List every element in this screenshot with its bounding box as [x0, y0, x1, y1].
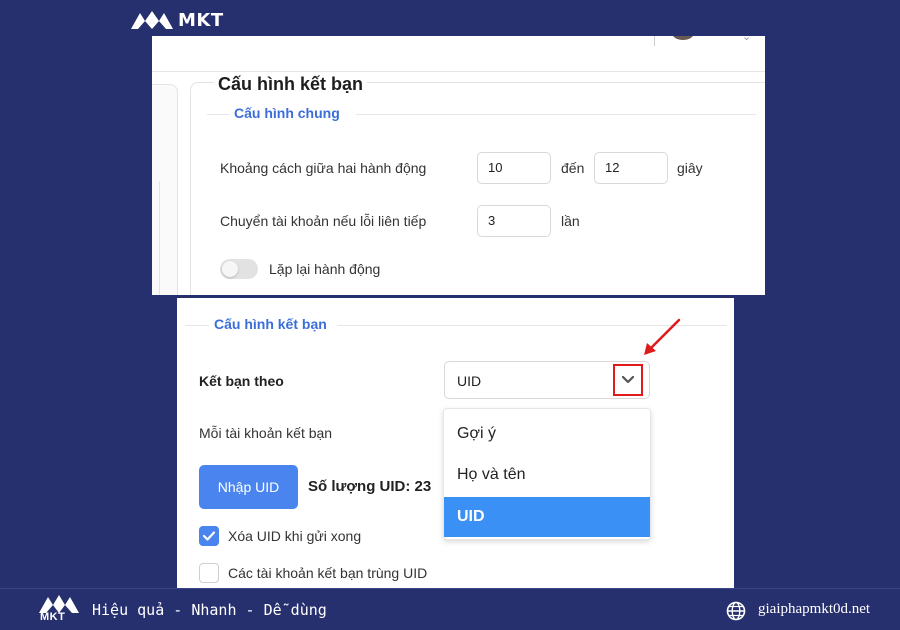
footer-bar: MKT Hiệu quả - Nhanh - Dễ dùng giaiphapm… — [0, 588, 900, 630]
app-topbar: ⌄ — [152, 36, 765, 72]
delete-uid-checkbox[interactable] — [199, 526, 219, 546]
annotation-arrow-icon — [644, 318, 681, 355]
interval-from-input[interactable]: 10 — [477, 152, 551, 184]
friend-by-dropdown-menu: Gợi ý Họ và tên UID — [443, 408, 651, 540]
globe-icon — [726, 601, 746, 621]
import-uid-button[interactable]: Nhập UID — [199, 465, 298, 509]
interval-separator: đến — [561, 160, 585, 176]
avatar[interactable] — [672, 36, 694, 40]
footer-slogan: Hiệu quả - Nhanh - Dễ dùng — [92, 601, 327, 619]
interval-label: Khoảng cách giữa hai hành động — [220, 160, 427, 176]
chevron-down-icon — [621, 375, 635, 384]
dropdown-option-uid[interactable]: UID — [444, 497, 650, 537]
footer-logo-text: MKT — [40, 611, 66, 623]
per-account-label: Mỗi tài khoản kết bạn — [199, 425, 333, 441]
duplicate-uid-checkbox[interactable] — [199, 563, 219, 583]
interval-to-input[interactable]: 12 — [594, 152, 668, 184]
friend-by-value: UID — [457, 373, 482, 389]
footer-website[interactable]: giaiphapmkt0d.net — [758, 601, 870, 618]
friend-by-label: Kết bạn theo — [199, 373, 284, 389]
divider — [654, 36, 655, 46]
dropdown-option-fullname[interactable]: Họ và tên — [444, 455, 650, 495]
page-title: Cấu hình kết bạn — [214, 74, 368, 95]
section-title-general: Cấu hình chung — [234, 105, 340, 121]
dropdown-option-suggest[interactable]: Gợi ý — [444, 414, 650, 454]
switch-account-unit: lần — [561, 213, 580, 229]
switch-account-input[interactable]: 3 — [477, 205, 551, 237]
chevron-down-icon[interactable]: ⌄ — [742, 36, 751, 43]
uid-count: Số lượng UID: 23 — [308, 478, 432, 495]
general-config-panel: ⌄ Cấu hình kết bạn Cấu hình chung Khoảng… — [152, 36, 765, 295]
section-title-friend: Cấu hình kết bạn — [214, 316, 327, 332]
duplicate-uid-label: Các tài khoản kết bạn trùng UID — [228, 565, 428, 581]
divider — [356, 114, 756, 115]
check-icon — [202, 531, 216, 541]
dropdown-toggle-highlight[interactable] — [613, 364, 643, 396]
delete-uid-label: Xóa UID khi gửi xong — [228, 528, 362, 544]
divider — [207, 114, 229, 115]
repeat-toggle[interactable] — [220, 259, 258, 279]
switch-account-label: Chuyển tài khoản nếu lỗi liên tiếp — [220, 213, 427, 229]
top-logo: MKT — [130, 8, 224, 32]
divider — [185, 325, 209, 326]
repeat-label: Lặp lại hành động — [269, 261, 381, 277]
brand-name: MKT — [178, 9, 224, 31]
scroll-track — [152, 181, 160, 295]
interval-unit: giây — [677, 160, 703, 176]
mkt-logo-icon — [131, 11, 173, 29]
